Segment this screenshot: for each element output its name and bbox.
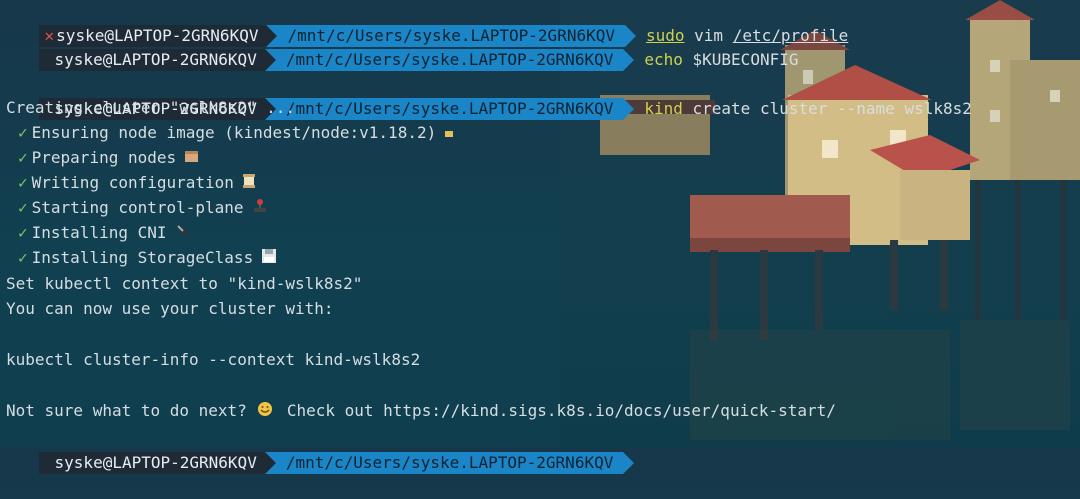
box-icon — [444, 121, 454, 146]
smile-icon — [257, 399, 273, 424]
plug-icon — [175, 221, 191, 246]
prompt-arrow — [623, 97, 635, 120]
output-use-cluster: You can now use your cluster with: — [6, 299, 334, 318]
step-line: ✓ Writing configuration — [18, 170, 256, 195]
command-name: echo — [644, 50, 683, 69]
output-next-steps: Not sure what to do next? Check out https… — [6, 398, 836, 423]
floppy-icon — [261, 246, 277, 271]
check-icon: ✓ — [18, 223, 28, 242]
prompt-line: syske@LAPTOP-2GRN6KQV/mnt/c/Users/syske.… — [0, 21, 798, 71]
step-line: ✓ Ensuring node image (kindest/node:v1.18… — [18, 120, 454, 145]
prompt-path: /mnt/c/Users/syske.LAPTOP-2GRN6KQV — [275, 48, 624, 71]
quickstart-link[interactable]: Check out https://kind.sigs.k8s.io/docs/… — [287, 401, 836, 420]
prompt-separator — [264, 451, 276, 474]
joystick-icon — [252, 196, 268, 221]
command-arg: create cluster --name wslk8s2 — [692, 99, 972, 118]
package-icon — [184, 146, 200, 171]
prompt-line: syske@LAPTOP-2GRN6KQV/mnt/c/Users/syske.… — [0, 70, 972, 120]
step-line: ✓ Preparing nodes — [18, 145, 200, 170]
command-name: kind — [644, 99, 683, 118]
check-icon: ✓ — [18, 123, 28, 142]
prompt-path: /mnt/c/Users/syske.LAPTOP-2GRN6KQV — [275, 451, 624, 474]
prompt: syske@LAPTOP-2GRN6KQV/mnt/c/Users/syske.… — [38, 48, 635, 71]
command-arg: $KUBECONFIG — [692, 50, 799, 69]
prompt-arrow — [623, 48, 635, 71]
prompt-arrow — [623, 451, 635, 474]
prompt: syske@LAPTOP-2GRN6KQV/mnt/c/Users/syske.… — [38, 451, 635, 474]
prompt-user-host: syske@LAPTOP-2GRN6KQV — [38, 451, 265, 474]
step-line: ✓ Installing CNI — [18, 220, 191, 245]
output-context: Set kubectl context to "kind-wslk8s2" — [6, 274, 363, 293]
command: echo $KUBECONFIG — [644, 50, 798, 69]
output-creating: Creating cluster "wslk8s2" ... — [6, 98, 295, 117]
step-line: ✓ Installing StorageClass — [18, 245, 277, 270]
prompt-line: ✕ syske@LAPTOP-2GRN6KQV/mnt/c/Users/syske… — [0, 0, 848, 47]
prompt-separator — [264, 48, 276, 71]
step-line: ✓ Starting control-plane — [18, 195, 268, 220]
command: kind create cluster --name wslk8s2 — [644, 99, 972, 118]
prompt-user-host: syske@LAPTOP-2GRN6KQV — [38, 48, 265, 71]
check-icon: ✓ — [18, 148, 28, 167]
output-cluster-info: kubectl cluster-info --context kind-wslk… — [6, 350, 421, 369]
terminal-window[interactable]: ✕ syske@LAPTOP-2GRN6KQV/mnt/c/Users/syske… — [0, 0, 1080, 474]
prompt-path: /mnt/c/Users/syske.LAPTOP-2GRN6KQV — [275, 97, 624, 120]
check-icon: ✓ — [18, 198, 28, 217]
check-icon: ✓ — [18, 248, 28, 267]
scroll-icon — [242, 171, 256, 196]
prompt-line: syske@LAPTOP-2GRN6KQV/mnt/c/Users/syske.… — [0, 424, 635, 474]
check-icon: ✓ — [18, 173, 28, 192]
